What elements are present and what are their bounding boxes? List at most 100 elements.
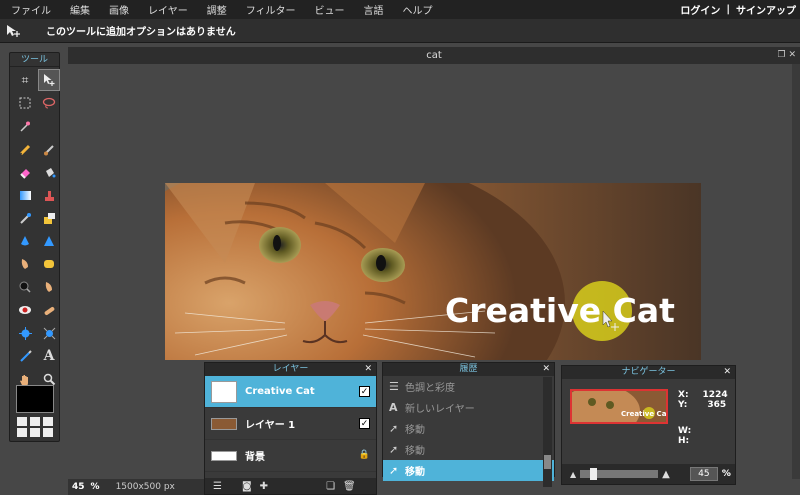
document-title: cat: [426, 50, 442, 61]
brush-icon[interactable]: [38, 138, 60, 160]
menu-adjust[interactable]: 調整: [196, 2, 235, 17]
red-eye-icon[interactable]: [14, 299, 36, 321]
color-replace-icon[interactable]: [38, 207, 60, 229]
paint-bucket-icon[interactable]: [38, 161, 60, 183]
pencil-icon[interactable]: [14, 138, 36, 160]
zoom-unit: %: [90, 482, 100, 492]
menu-image[interactable]: 画像: [98, 2, 137, 17]
history-item[interactable]: ➚ 移動: [383, 439, 554, 460]
separator: |: [726, 4, 730, 15]
move-tool-icon[interactable]: [38, 69, 60, 91]
account-links: ログイン | サインアップ: [680, 0, 796, 19]
adjust-icon: ☰: [389, 380, 399, 393]
close-icon[interactable]: ✕: [723, 366, 731, 379]
layer-visibility-checkbox[interactable]: ✓: [359, 386, 370, 397]
layer-mask-icon[interactable]: ◙: [242, 481, 252, 492]
zoom-input[interactable]: 45: [689, 467, 718, 481]
menu-help[interactable]: ヘルプ: [392, 2, 441, 17]
login-link[interactable]: ログイン: [680, 2, 720, 17]
sharpen-icon[interactable]: [38, 230, 60, 252]
layer-name: 背景: [245, 452, 265, 463]
zoom-value[interactable]: 45: [72, 482, 85, 492]
layer-visibility-checkbox[interactable]: ✓: [359, 418, 370, 429]
grid-layout-icon[interactable]: [17, 417, 53, 437]
navigator-title: ナビゲーター: [621, 367, 676, 377]
scrollbar-thumb[interactable]: [544, 455, 551, 469]
lasso-tool-icon[interactable]: [38, 92, 60, 114]
canvas-image[interactable]: Creative Cat: [165, 183, 701, 360]
layer-name: Creative Cat: [245, 386, 315, 397]
delete-layer-icon[interactable]: 🗑: [343, 481, 356, 492]
x-label: X:: [678, 390, 689, 400]
history-scrollbar[interactable]: [543, 377, 552, 487]
color-picker-icon[interactable]: [14, 207, 36, 229]
navigator-panel-title: ナビゲーター ✕: [562, 366, 735, 379]
drawing-icon[interactable]: [14, 230, 36, 252]
image-size: 1500x500 px: [115, 482, 175, 492]
layer-row[interactable]: レイヤー 1 ✓: [205, 408, 376, 440]
history-item[interactable]: ☰ 色調と彩度: [383, 376, 554, 397]
move-icon: ➚: [389, 422, 399, 435]
empty-slot: [38, 115, 60, 137]
close-icon[interactable]: ✕: [542, 363, 550, 376]
navigator-thumbnail[interactable]: Creative Cat: [570, 389, 668, 424]
signup-link[interactable]: サインアップ: [736, 2, 796, 17]
history-item[interactable]: ➚ 移動: [383, 418, 554, 439]
spot-heal-icon[interactable]: [38, 299, 60, 321]
eraser-icon[interactable]: [14, 161, 36, 183]
menu-view[interactable]: ビュー: [304, 2, 353, 17]
lock-icon: 🔒: [358, 450, 370, 460]
dodge-icon[interactable]: [38, 276, 60, 298]
gradient-icon[interactable]: [14, 184, 36, 206]
layer-name: レイヤー 1: [245, 420, 296, 431]
canvas-overlay-text: Creative Cat: [445, 291, 675, 330]
sponge-icon[interactable]: [38, 253, 60, 275]
color-swatch[interactable]: [16, 385, 54, 413]
menu-language[interactable]: 言語: [353, 2, 392, 17]
zoom-slider[interactable]: [580, 468, 659, 480]
tool-options-bar: このツールに追加オプションはありません: [0, 19, 800, 43]
history-panel: 履歴 ✕ ☰ 色調と彩度 A 新しいレイヤー ➚ 移動 ➚ 移動 ➚ 移動: [382, 362, 555, 487]
navigator-zoom-bar: ▲ ▲ 45 %: [562, 464, 735, 484]
duplicate-layer-icon[interactable]: ❏: [326, 481, 335, 492]
menu-layer[interactable]: レイヤー: [137, 2, 196, 17]
history-item[interactable]: A 新しいレイヤー: [383, 397, 554, 418]
y-value: 365: [707, 400, 727, 410]
move-icon: ➚: [389, 443, 399, 456]
layer-row[interactable]: 背景 🔒: [205, 440, 376, 472]
marquee-tool-icon[interactable]: [14, 92, 36, 114]
zoom-in-icon[interactable]: ▲: [662, 469, 670, 480]
clone-stamp-icon[interactable]: [38, 184, 60, 206]
menu-bar: ファイル 編集 画像 レイヤー 調整 フィルター ビュー 言語 ヘルプ ログイン…: [0, 0, 800, 19]
window-controls[interactable]: ❐ ✕: [778, 47, 796, 64]
pinch-icon[interactable]: [38, 322, 60, 344]
new-layer-icon[interactable]: ✚: [260, 481, 268, 492]
toolbox-panel: ツール ⌗ A: [9, 52, 60, 442]
zoom-out-icon[interactable]: ▲: [570, 470, 576, 479]
h-label: H:: [678, 436, 690, 446]
history-label: 色調と彩度: [405, 383, 455, 394]
layers-panel: レイヤー ✕ Creative Cat ✓ レイヤー 1 ✓ 背景 🔒 ☰ ◙ …: [204, 362, 377, 495]
layer-row[interactable]: Creative Cat ✓: [205, 376, 376, 408]
magic-wand-icon[interactable]: [14, 115, 36, 137]
history-item[interactable]: ➚ 移動: [383, 460, 554, 481]
w-label: W:: [678, 426, 692, 436]
document-scrollbar[interactable]: [792, 64, 800, 479]
bloat-icon[interactable]: [14, 322, 36, 344]
layers-title: レイヤー: [272, 364, 309, 374]
menu-edit[interactable]: 編集: [59, 2, 98, 17]
text-tool-icon[interactable]: A: [38, 345, 60, 367]
menu-file[interactable]: ファイル: [0, 2, 59, 17]
layers-panel-title: レイヤー ✕: [205, 363, 376, 376]
close-icon[interactable]: ✕: [364, 363, 372, 376]
layers-toolbar: ☰ ◙ ✚ ❏ 🗑: [205, 478, 376, 494]
layer-thumbnail: [211, 380, 237, 403]
pen-icon[interactable]: [14, 345, 36, 367]
zoom-slider-handle[interactable]: [590, 468, 598, 480]
toolbox-title: ツール: [10, 53, 59, 67]
crop-tool-icon[interactable]: ⌗: [14, 69, 36, 91]
smudge-icon[interactable]: [14, 253, 36, 275]
burn-icon[interactable]: [14, 276, 36, 298]
layer-settings-icon[interactable]: ☰: [213, 481, 222, 492]
menu-filter[interactable]: フィルター: [235, 2, 304, 17]
